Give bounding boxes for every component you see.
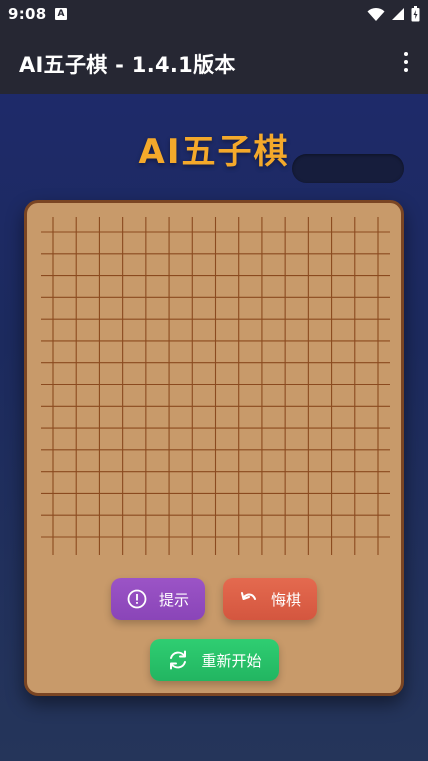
refresh-icon: [170, 650, 187, 670]
status-indicator: [292, 154, 404, 183]
notification-icon: A: [55, 8, 67, 20]
undo-label: 悔棋: [270, 590, 301, 609]
undo-icon: [240, 592, 256, 600]
restart-label: 重新开始: [201, 651, 262, 670]
hint-button[interactable]: 提示: [111, 578, 205, 620]
board-card: 提示 悔棋 重新开始: [24, 200, 404, 696]
more-vert-icon: [404, 52, 408, 56]
more-options-button[interactable]: [400, 50, 412, 74]
undo-button[interactable]: 悔棋: [223, 578, 317, 620]
gomoku-board[interactable]: [41, 217, 391, 557]
info-icon: [127, 589, 147, 609]
signal-icon: [392, 8, 404, 20]
hint-label: 提示: [158, 590, 189, 609]
system-icons: [367, 6, 420, 22]
status-time: 9:08: [8, 5, 47, 23]
app-title: AI五子棋 - 1.4.1版本: [19, 53, 236, 77]
app-bar: AI五子棋 - 1.4.1版本: [0, 30, 428, 94]
battery-icon: [411, 6, 420, 22]
wifi-icon: [367, 7, 385, 21]
restart-button[interactable]: 重新开始: [150, 639, 279, 681]
status-bar: 9:08 A: [0, 0, 428, 30]
